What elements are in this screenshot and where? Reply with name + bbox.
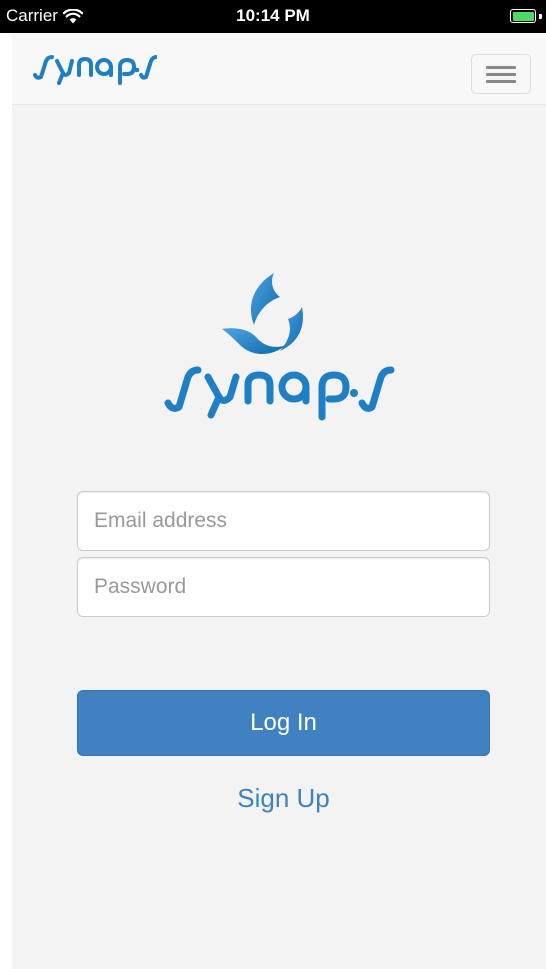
hamburger-menu-icon[interactable] bbox=[471, 54, 531, 94]
battery-icon bbox=[510, 9, 536, 23]
menu-bar-middle bbox=[486, 73, 516, 76]
app-screen: Log In Sign Up bbox=[12, 33, 546, 969]
synaps-logo-icon bbox=[33, 55, 158, 85]
navbar bbox=[12, 33, 546, 105]
menu-bar-top bbox=[486, 66, 516, 69]
battery-level bbox=[512, 11, 534, 21]
email-field[interactable] bbox=[77, 491, 490, 551]
battery-tip bbox=[539, 14, 542, 19]
signup-link[interactable]: Sign Up bbox=[12, 783, 546, 814]
menu-bar-bottom bbox=[486, 80, 516, 83]
status-time: 10:14 PM bbox=[236, 6, 310, 25]
login-button[interactable]: Log In bbox=[77, 690, 490, 756]
password-field[interactable] bbox=[77, 557, 490, 617]
status-bar: Carrier 10:14 PM bbox=[0, 0, 546, 33]
synaps-main-logo bbox=[162, 271, 402, 426]
synaps-logo-icon bbox=[164, 273, 395, 421]
navbar-brand[interactable] bbox=[32, 51, 158, 90]
